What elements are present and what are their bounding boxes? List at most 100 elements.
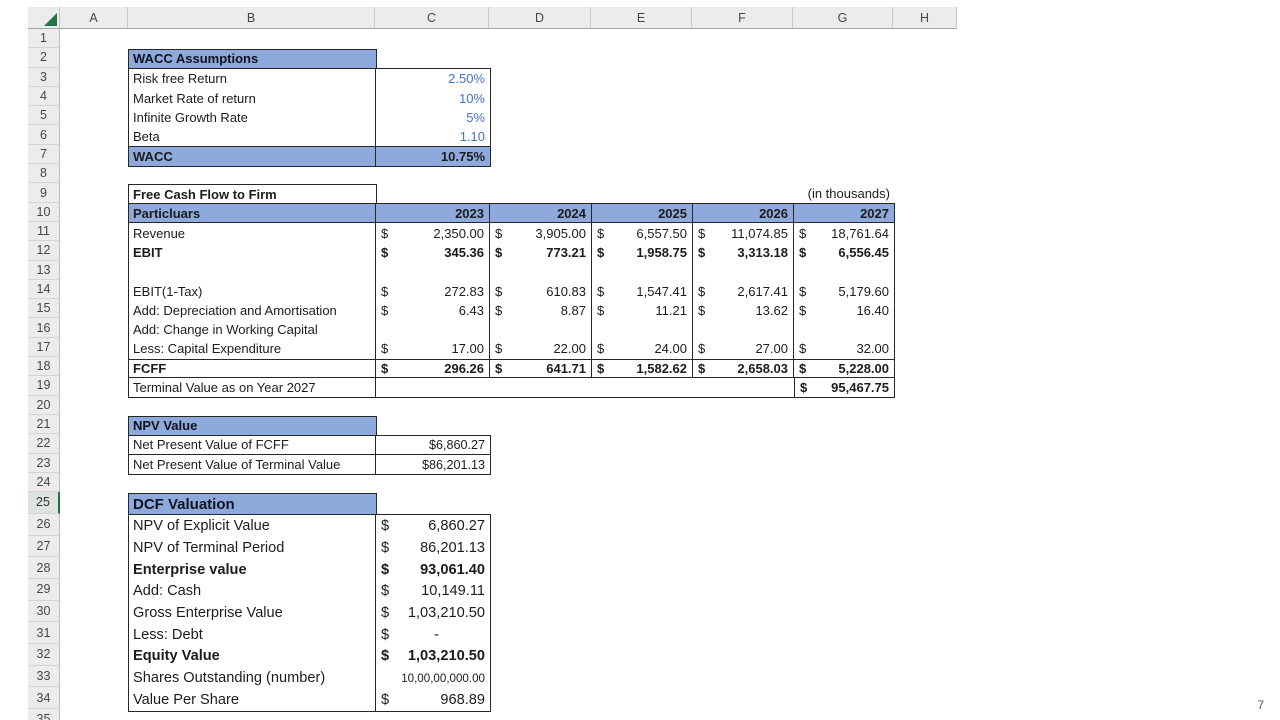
fcff-label-cell[interactable]: Add: Change in Working Capital <box>129 320 376 339</box>
dcf-label-cell[interactable]: NPV of Explicit Value <box>129 515 376 537</box>
terminal-value-cell[interactable]: $95,467.75 <box>794 378 894 397</box>
wacc-label-cell[interactable]: Beta <box>129 127 376 146</box>
dcf-value-cell[interactable]: $1,03,210.50 <box>376 646 490 668</box>
wacc-total-value-cell[interactable]: 10.75% <box>376 147 490 165</box>
row-header-15[interactable]: 15 <box>28 299 60 318</box>
fcff-value-cell[interactable]: $1,958.75 <box>592 243 693 262</box>
row-header-26[interactable]: 26 <box>28 514 60 536</box>
fcff-label-cell[interactable]: Terminal Value as on Year 2027 <box>129 378 376 397</box>
row-header-35[interactable]: 35 <box>28 709 60 720</box>
row-header-4[interactable]: 4 <box>28 87 60 106</box>
dcf-value-cell[interactable]: $968.89 <box>376 689 490 711</box>
dcf-title-cell[interactable]: DCF Valuation <box>128 493 377 516</box>
npv-value-cell[interactable]: $6,860.27 <box>376 436 490 454</box>
row-header-27[interactable]: 27 <box>28 536 60 558</box>
fcff-value-cell[interactable] <box>490 262 592 281</box>
fcff-year-cell[interactable]: 2027 <box>794 204 894 222</box>
row-header-23[interactable]: 23 <box>28 454 60 473</box>
row-header-25[interactable]: 25 <box>28 492 60 514</box>
fcff-value-cell[interactable] <box>693 320 794 339</box>
wacc-label-cell[interactable]: Risk free Return <box>129 69 376 88</box>
row-header-31[interactable]: 31 <box>28 622 60 644</box>
row-header-1[interactable]: 1 <box>28 29 60 48</box>
column-header-C[interactable]: C <box>375 7 489 29</box>
row-header-28[interactable]: 28 <box>28 557 60 579</box>
column-header-A[interactable]: A <box>60 7 128 29</box>
fcff-value-cell[interactable]: $3,313.18 <box>693 243 794 262</box>
row-header-5[interactable]: 5 <box>28 106 60 125</box>
column-header-D[interactable]: D <box>489 7 591 29</box>
fcff-value-cell[interactable]: $3,905.00 <box>490 223 592 242</box>
fcff-value-cell[interactable]: $641.71 <box>490 360 592 377</box>
fcff-value-cell[interactable]: $24.00 <box>592 339 693 358</box>
fcff-value-cell[interactable]: $17.00 <box>376 339 490 358</box>
fcff-value-cell[interactable]: $773.21 <box>490 243 592 262</box>
fcff-value-cell[interactable] <box>376 320 490 339</box>
fcff-label-cell[interactable]: Revenue <box>129 223 376 242</box>
fcff-value-cell[interactable]: $6,557.50 <box>592 223 693 242</box>
wacc-value-cell[interactable]: 1.10 <box>376 127 490 146</box>
fcff-value-cell[interactable] <box>490 320 592 339</box>
wacc-value-cell[interactable]: 10% <box>376 88 490 107</box>
dcf-label-cell[interactable]: Gross Enterprise Value <box>129 602 376 624</box>
fcff-value-cell[interactable]: $1,547.41 <box>592 281 693 300</box>
fcff-value-cell[interactable]: $11.21 <box>592 301 693 320</box>
fcff-value-cell[interactable]: $2,350.00 <box>376 223 490 242</box>
row-header-8[interactable]: 8 <box>28 164 60 183</box>
dcf-label-cell[interactable]: Shares Outstanding (number) <box>129 667 376 689</box>
column-header-H[interactable]: H <box>893 7 957 29</box>
row-header-11[interactable]: 11 <box>28 222 60 241</box>
dcf-label-cell[interactable]: Add: Cash <box>129 580 376 602</box>
dcf-label-cell[interactable]: Equity Value <box>129 646 376 668</box>
fcff-value-cell[interactable]: $5,228.00 <box>794 360 894 377</box>
wacc-label-cell[interactable]: Market Rate of return <box>129 88 376 107</box>
dcf-value-cell[interactable]: $10,149.11 <box>376 580 490 602</box>
fcff-label-cell[interactable] <box>129 262 376 281</box>
dcf-label-cell[interactable]: Value Per Share <box>129 689 376 711</box>
select-all-button[interactable] <box>28 7 60 29</box>
row-header-30[interactable]: 30 <box>28 601 60 623</box>
dcf-label-cell[interactable]: Less: Debt <box>129 624 376 646</box>
wacc-total-label-cell[interactable]: WACC <box>129 147 376 165</box>
fcff-year-cell[interactable]: 2025 <box>592 204 693 222</box>
row-header-17[interactable]: 17 <box>28 338 60 357</box>
npv-label-cell[interactable]: Net Present Value of Terminal Value <box>129 455 376 474</box>
row-header-20[interactable]: 20 <box>28 396 60 415</box>
fcff-value-cell[interactable]: $6.43 <box>376 301 490 320</box>
dcf-label-cell[interactable]: NPV of Terminal Period <box>129 537 376 559</box>
row-header-16[interactable]: 16 <box>28 318 60 337</box>
fcff-value-cell[interactable]: $11,074.85 <box>693 223 794 242</box>
row-header-22[interactable]: 22 <box>28 434 60 453</box>
column-header-F[interactable]: F <box>692 7 793 29</box>
fcff-value-cell[interactable] <box>794 262 894 281</box>
fcff-title-cell[interactable]: Free Cash Flow to Firm <box>128 184 377 204</box>
wacc-value-cell[interactable]: 5% <box>376 108 490 127</box>
fcff-value-cell[interactable]: $345.36 <box>376 243 490 262</box>
fcff-header-label-cell[interactable]: Particluars <box>129 204 376 222</box>
row-header-18[interactable]: 18 <box>28 357 60 376</box>
fcff-value-cell[interactable]: $8.87 <box>490 301 592 320</box>
column-header-E[interactable]: E <box>591 7 692 29</box>
row-header-10[interactable]: 10 <box>28 203 60 222</box>
row-header-9[interactable]: 9 <box>28 183 60 202</box>
dcf-value-cell[interactable]: $86,201.13 <box>376 537 490 559</box>
row-header-19[interactable]: 19 <box>28 376 60 395</box>
column-header-B[interactable]: B <box>128 7 375 29</box>
wacc-label-cell[interactable]: Infinite Growth Rate <box>129 108 376 127</box>
fcff-year-cell[interactable]: 2023 <box>376 204 490 222</box>
fcff-value-cell[interactable]: $22.00 <box>490 339 592 358</box>
row-header-21[interactable]: 21 <box>28 415 60 434</box>
fcff-value-cell[interactable]: $27.00 <box>693 339 794 358</box>
dcf-value-cell[interactable]: $6,860.27 <box>376 515 490 537</box>
fcff-year-cell[interactable]: 2026 <box>693 204 794 222</box>
dcf-value-cell[interactable]: $- <box>376 624 490 646</box>
dcf-value-cell[interactable]: 10,00,00,000.00 <box>376 667 490 689</box>
row-header-7[interactable]: 7 <box>28 145 60 164</box>
wacc-value-cell[interactable]: 2.50% <box>376 69 490 88</box>
dcf-value-cell[interactable]: $93,061.40 <box>376 559 490 581</box>
npv-value-cell[interactable]: $86,201.13 <box>376 455 490 474</box>
fcff-label-cell[interactable]: EBIT(1-Tax) <box>129 281 376 300</box>
fcff-value-cell[interactable]: $13.62 <box>693 301 794 320</box>
fcff-value-cell[interactable]: $610.83 <box>490 281 592 300</box>
fcff-label-cell[interactable]: Add: Depreciation and Amortisation <box>129 301 376 320</box>
